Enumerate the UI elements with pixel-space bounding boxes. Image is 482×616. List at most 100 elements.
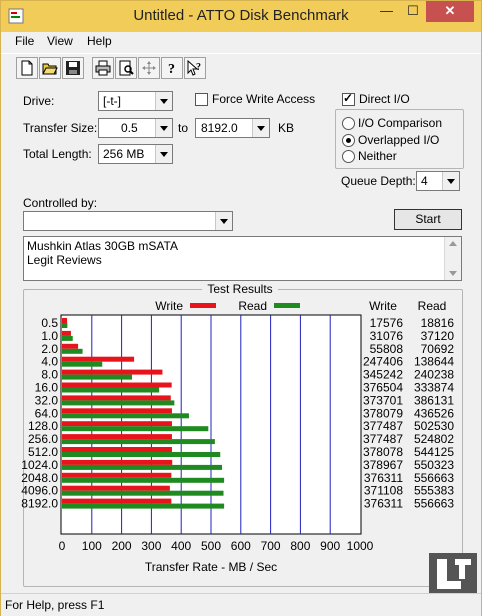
menu-help[interactable]: Help <box>87 34 112 48</box>
context-help-icon: ? <box>187 60 201 76</box>
write-bar <box>62 382 172 388</box>
x-tick-label: 400 <box>171 539 191 553</box>
write-column-header: Write <box>369 299 397 313</box>
write-bar <box>62 459 173 465</box>
write-value: 247406 <box>363 355 403 369</box>
write-value: 378967 <box>363 458 403 472</box>
test-results-title: Test Results <box>207 282 272 296</box>
read-value: 138644 <box>414 355 454 369</box>
write-bar <box>62 472 172 478</box>
x-tick-label: 0 <box>59 539 66 553</box>
close-button[interactable]: ✕ <box>426 1 474 22</box>
write-value: 31076 <box>370 329 404 343</box>
write-bar <box>62 343 79 349</box>
category-label: 4.0 <box>41 355 58 369</box>
legend-read-swatch <box>274 303 300 308</box>
x-tick-label: 800 <box>290 539 310 553</box>
read-value: 386131 <box>414 393 454 407</box>
move-button[interactable] <box>138 57 160 79</box>
read-value: 333874 <box>414 381 454 395</box>
read-value: 37120 <box>421 329 455 343</box>
category-label: 64.0 <box>35 406 59 420</box>
write-value: 376311 <box>364 497 403 511</box>
write-value: 378078 <box>363 445 403 459</box>
app-window: Untitled - ATTO Disk Benchmark — ☐ ✕ Fil… <box>0 0 482 616</box>
write-bar <box>62 330 71 336</box>
category-label: 8192.0 <box>21 497 58 511</box>
read-bar <box>62 361 103 367</box>
write-bar <box>62 447 172 452</box>
maximize-button[interactable]: ☐ <box>400 1 426 22</box>
category-label: 128.0 <box>28 419 58 433</box>
category-label: 16.0 <box>35 381 59 395</box>
x-tick-label: 100 <box>82 539 102 553</box>
read-bar <box>62 413 189 419</box>
svg-text:?: ? <box>168 62 175 76</box>
results-chart: Test Results Write Read Write Read 0 100 2… <box>21 282 455 574</box>
legend-write-label: Write <box>155 299 183 313</box>
x-tick-label: 600 <box>231 539 251 553</box>
read-bar <box>62 387 160 393</box>
write-bar <box>62 356 135 362</box>
read-value: 555383 <box>414 484 454 498</box>
write-value: 378079 <box>363 406 403 420</box>
print-button[interactable] <box>92 57 114 79</box>
save-icon <box>66 61 80 75</box>
category-label: 512.0 <box>28 445 58 459</box>
read-bar <box>62 400 175 406</box>
category-label: 8.0 <box>41 368 58 382</box>
x-tick-label: 900 <box>320 539 340 553</box>
open-icon <box>42 63 58 75</box>
status-bar: For Help, press F1 <box>1 593 481 616</box>
menu-bar: File View Help <box>1 32 481 51</box>
write-value: 377487 <box>363 419 403 433</box>
new-button[interactable] <box>16 57 38 79</box>
close-icon: ✕ <box>444 3 456 18</box>
main-panel: Drive: [-t-] Force Write Access Direct I… <box>1 83 481 593</box>
help-icon: ? <box>168 62 175 76</box>
read-bar <box>62 503 225 509</box>
x-tick-label: 200 <box>112 539 132 553</box>
open-button[interactable] <box>39 57 61 79</box>
write-bar <box>62 395 171 401</box>
write-value: 376311 <box>364 471 403 485</box>
context-help-button[interactable]: ? <box>184 57 206 79</box>
title-bar: Untitled - ATTO Disk Benchmark — ☐ ✕ <box>1 1 481 32</box>
print-preview-icon <box>119 60 134 76</box>
menu-view[interactable]: View <box>47 34 73 48</box>
read-value: 502530 <box>414 419 454 433</box>
toolbar: ? ? <box>1 53 481 82</box>
read-bar <box>62 477 225 483</box>
legit-reviews-logo <box>429 553 477 593</box>
legend-read-label: Read <box>238 299 267 313</box>
write-bar <box>62 408 172 414</box>
write-value: 376504 <box>363 381 403 395</box>
write-value: 345242 <box>363 368 403 382</box>
status-text: For Help, press F1 <box>5 598 105 612</box>
read-value: 18816 <box>421 316 455 330</box>
write-value: 377487 <box>363 432 403 446</box>
write-bar <box>62 369 163 375</box>
read-column-header: Read <box>418 299 447 313</box>
menu-file[interactable]: File <box>15 34 34 48</box>
help-button[interactable]: ? <box>161 57 183 79</box>
print-icon <box>95 60 111 76</box>
category-label: 1.0 <box>41 329 58 343</box>
category-label: 32.0 <box>35 393 59 407</box>
print-preview-button[interactable] <box>115 57 137 79</box>
x-tick-label: 700 <box>261 539 281 553</box>
write-value: 17576 <box>370 316 404 330</box>
minimize-icon: — <box>380 3 393 18</box>
category-label: 2048.0 <box>21 471 58 485</box>
x-axis-label: Transfer Rate - MB / Sec <box>145 560 277 574</box>
read-bar <box>62 335 73 341</box>
read-bar <box>62 490 224 496</box>
x-tick-label: 300 <box>141 539 161 553</box>
category-label: 4096.0 <box>21 484 58 498</box>
read-bar <box>62 374 133 380</box>
save-button[interactable] <box>62 57 84 79</box>
read-value: 524802 <box>414 432 454 446</box>
maximize-icon: ☐ <box>407 3 419 18</box>
read-value: 550323 <box>414 458 454 472</box>
minimize-button[interactable]: — <box>373 1 400 22</box>
